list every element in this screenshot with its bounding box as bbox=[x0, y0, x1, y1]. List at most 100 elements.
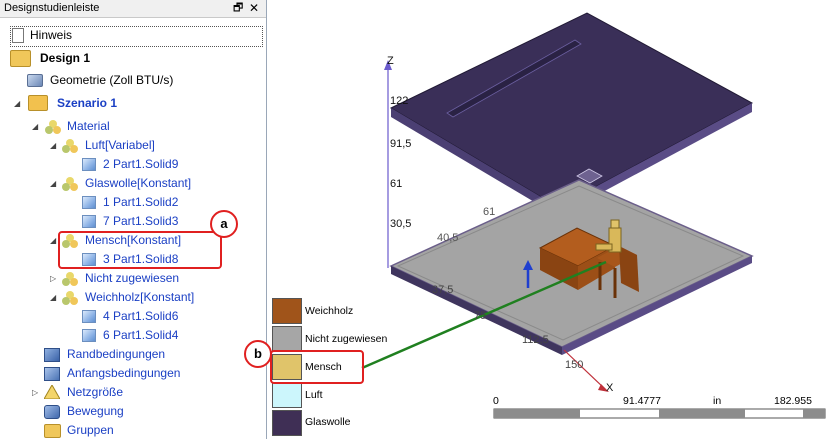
material-label: Material bbox=[67, 119, 110, 133]
scale-end: 182.955 bbox=[774, 395, 812, 407]
scale-bar-segment bbox=[659, 409, 745, 418]
hint-label: Hinweis bbox=[30, 28, 73, 42]
collapse-icon[interactable]: ◢ bbox=[14, 94, 20, 113]
scale-start: 0 bbox=[493, 395, 499, 407]
scale-mid: 91.4777 bbox=[623, 395, 661, 407]
legend-swatch-nicht-zugewiesen bbox=[272, 326, 302, 352]
material-icon bbox=[62, 291, 78, 305]
z-tick: 61 bbox=[390, 178, 403, 190]
material-icon bbox=[62, 177, 78, 191]
pin-icon[interactable]: 🗗 bbox=[233, 0, 243, 17]
part-icon bbox=[82, 158, 96, 171]
collapse-icon[interactable]: ◢ bbox=[50, 288, 56, 307]
anfangsbedingungen-label: Anfangsbedingungen bbox=[67, 366, 181, 380]
tree-item-weichholz[interactable]: ◢ Weichholz[Konstant] bbox=[0, 288, 266, 307]
initial-conditions-icon bbox=[44, 367, 60, 381]
nicht-label: Nicht zugewiesen bbox=[85, 271, 180, 285]
legend-label: Weichholz bbox=[305, 305, 354, 317]
material-icon bbox=[45, 120, 61, 134]
tree-item-scenario[interactable]: ◢ Szenario 1 bbox=[0, 94, 266, 113]
legend-label: Glaswolle bbox=[305, 416, 351, 428]
expand-icon[interactable]: ▷ bbox=[32, 383, 38, 402]
tree-item-netzgroesse[interactable]: ▷ Netzgröße bbox=[0, 383, 266, 402]
geometry-icon bbox=[27, 74, 43, 87]
groups-folder-icon bbox=[44, 424, 61, 438]
floor-tick: 40,5 bbox=[437, 232, 459, 244]
scale-unit: in bbox=[713, 395, 722, 407]
tree-item-geometry[interactable]: Geometrie (Zoll BTU/s) bbox=[0, 71, 266, 90]
person-head bbox=[610, 219, 620, 229]
material-icon bbox=[62, 272, 78, 286]
part-icon bbox=[82, 215, 96, 228]
design-label: Design 1 bbox=[40, 51, 91, 65]
tree-item-randbedingungen[interactable]: Randbedingungen bbox=[0, 345, 266, 364]
collapse-icon[interactable]: ◢ bbox=[50, 174, 56, 193]
material-icon bbox=[62, 139, 78, 153]
z-tick: 30,5 bbox=[390, 218, 412, 230]
floor-tick: 75 bbox=[474, 310, 487, 322]
person-arms bbox=[595, 243, 613, 251]
mesh-size-icon bbox=[43, 383, 61, 400]
scenario-folder-icon bbox=[28, 95, 48, 111]
motion-icon bbox=[44, 405, 60, 419]
tree-item-weichholz-solid-1[interactable]: 4 Part1.Solid6 bbox=[0, 307, 266, 326]
tree-item-hint[interactable]: Hinweis bbox=[0, 26, 266, 45]
legend-label: Luft bbox=[305, 389, 323, 401]
luft-solid-label: 2 Part1.Solid9 bbox=[103, 157, 179, 171]
floor-tick: 37,5 bbox=[432, 284, 454, 296]
sidebar-title: Designstudienleiste bbox=[4, 2, 100, 14]
floor-tick: 61 bbox=[483, 206, 496, 218]
tree-item-glaswolle[interactable]: ◢ Glaswolle[Konstant] bbox=[0, 174, 266, 193]
glaswolle-solid2-label: 7 Part1.Solid3 bbox=[103, 214, 179, 228]
floor-tick: 150 bbox=[565, 359, 584, 371]
note-icon bbox=[12, 28, 24, 43]
design-folder-icon bbox=[10, 50, 31, 67]
callout-a: a bbox=[210, 210, 238, 238]
weichholz-solid2-label: 6 Part1.Solid4 bbox=[103, 328, 179, 342]
z-tick: 91,5 bbox=[390, 138, 412, 150]
gruppen-label: Gruppen bbox=[67, 423, 114, 437]
tree-item-nicht-zugewiesen[interactable]: ▷ Nicht zugewiesen bbox=[0, 269, 266, 288]
legend-swatch-glaswolle bbox=[272, 410, 302, 436]
floor-tick: 112,5 bbox=[522, 334, 549, 346]
netzgroesse-label: Netzgröße bbox=[67, 385, 124, 399]
tree-item-material[interactable]: ◢ Material bbox=[0, 117, 266, 136]
tree-item-luft-solid[interactable]: 2 Part1.Solid9 bbox=[0, 155, 266, 174]
randbedingungen-label: Randbedingungen bbox=[67, 347, 166, 361]
scenario-label: Szenario 1 bbox=[57, 96, 118, 110]
callout-b: b bbox=[244, 340, 272, 368]
part-icon bbox=[82, 329, 96, 342]
x-axis-label: X bbox=[606, 382, 614, 394]
weichholz-solid1-label: 4 Part1.Solid6 bbox=[103, 309, 179, 323]
tree-item-luft[interactable]: ◢ Luft[Variabel] bbox=[0, 136, 266, 155]
collapse-icon[interactable]: ◢ bbox=[50, 136, 56, 155]
close-icon[interactable]: ✕ bbox=[249, 0, 259, 17]
z-axis-label: Z bbox=[387, 55, 394, 67]
tree-item-gruppen[interactable]: Gruppen bbox=[0, 421, 266, 440]
sidebar-titlebar: Designstudienleiste 🗗 ✕ bbox=[0, 0, 266, 18]
tree-item-bewegung[interactable]: Bewegung bbox=[0, 402, 266, 421]
bewegung-label: Bewegung bbox=[67, 404, 124, 418]
tree-item-weichholz-solid-2[interactable]: 6 Part1.Solid4 bbox=[0, 326, 266, 345]
collapse-icon[interactable]: ◢ bbox=[50, 231, 56, 250]
scale-bar-segment bbox=[803, 409, 825, 418]
glaswolle-label: Glaswolle[Konstant] bbox=[85, 176, 192, 190]
legend-label: Nicht zugewiesen bbox=[305, 333, 388, 345]
boundary-conditions-icon bbox=[44, 348, 60, 362]
luft-label: Luft[Variabel] bbox=[85, 138, 155, 152]
scale-bar-segment bbox=[494, 409, 580, 418]
z-tick: 122 bbox=[390, 95, 409, 107]
tree-item-anfangsbedingungen[interactable]: Anfangsbedingungen bbox=[0, 364, 266, 383]
part-icon bbox=[82, 310, 96, 323]
geometry-label: Geometrie (Zoll BTU/s) bbox=[50, 73, 174, 87]
highlight-mensch-legend bbox=[270, 350, 364, 384]
expand-icon[interactable]: ▷ bbox=[50, 269, 56, 288]
collapse-icon[interactable]: ◢ bbox=[32, 117, 38, 136]
glaswolle-solid1-label: 1 Part1.Solid2 bbox=[103, 195, 179, 209]
part-icon bbox=[82, 196, 96, 209]
legend-swatch-luft bbox=[272, 382, 302, 408]
legend-swatch-weichholz bbox=[272, 298, 302, 324]
tree-item-glaswolle-solid-1[interactable]: 1 Part1.Solid2 bbox=[0, 193, 266, 212]
tree-item-design[interactable]: Design 1 bbox=[0, 49, 266, 68]
weichholz-label: Weichholz[Konstant] bbox=[85, 290, 195, 304]
